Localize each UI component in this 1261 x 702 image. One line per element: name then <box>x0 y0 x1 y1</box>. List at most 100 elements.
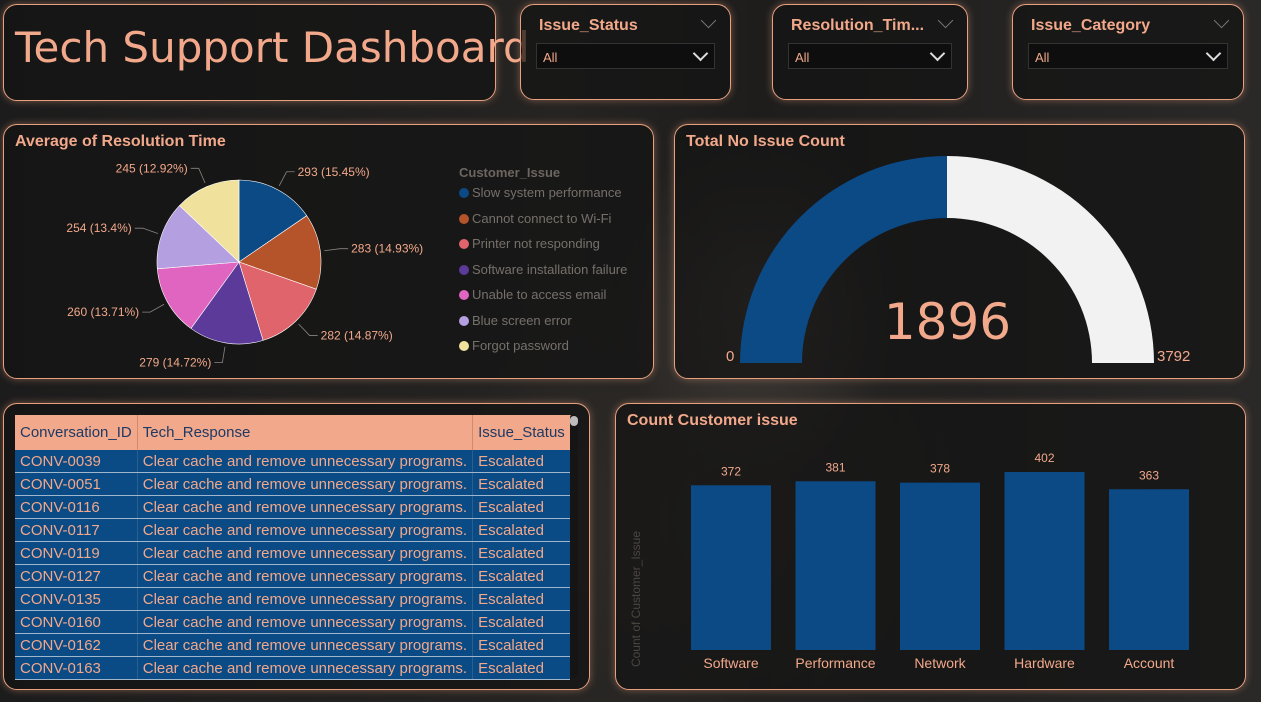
bar[interactable] <box>691 485 771 650</box>
y-axis-label: Count of Customer_Issue <box>629 531 643 667</box>
cell-issue-status: Escalated <box>472 472 571 496</box>
cell-conversation-id: CONV-0127 <box>15 564 138 588</box>
table-row[interactable]: CONV-0127 Clear cache and remove unnecess… <box>15 564 571 588</box>
legend-marker <box>459 315 469 326</box>
cell-issue-status: Escalated <box>472 610 571 634</box>
cell-issue-status: Escalated <box>472 564 571 588</box>
x-axis-tick-label: Network <box>914 655 966 671</box>
cell-tech-response: Clear cache and remove unnecessary progr… <box>137 541 474 565</box>
legend-item[interactable]: Slow system performance <box>459 185 627 211</box>
pie-leader-line <box>278 171 295 187</box>
legend-item[interactable]: Blue screen error <box>459 313 627 339</box>
legend-marker <box>459 264 469 275</box>
slicer-resolution-time[interactable]: Resolution_Tim... All <box>772 4 968 100</box>
table-row[interactable]: CONV-0051 Clear cache and remove unnecess… <box>15 472 571 496</box>
slicer-issue-category[interactable]: Issue_Category All <box>1012 4 1244 100</box>
table-scrollbar[interactable] <box>570 414 578 678</box>
conversation-table: Conversation_ID Tech_Response Issue_Stat… <box>15 415 571 680</box>
legend-item[interactable]: Printer not responding <box>459 236 627 262</box>
legend-marker <box>459 239 469 249</box>
legend-marker <box>459 290 469 300</box>
table-row[interactable]: CONV-0117 Clear cache and remove unnecess… <box>15 518 571 542</box>
cell-issue-status: Escalated <box>472 450 571 473</box>
chevron-down-icon[interactable] <box>1213 12 1230 29</box>
column-header-tech-response[interactable]: Tech_Response <box>137 415 474 450</box>
pie-legend: Customer_Issue Slow system performance Ca… <box>459 165 627 364</box>
cell-tech-response: Clear cache and remove unnecessary progr… <box>137 495 474 519</box>
bar-chart[interactable]: Count of Customer_Issue 372 Software 381 Pe… <box>616 404 1245 689</box>
cell-conversation-id: CONV-0051 <box>15 472 138 496</box>
chevron-down-icon[interactable] <box>929 45 946 62</box>
bar[interactable] <box>900 482 980 650</box>
slicer-value: All <box>795 50 810 65</box>
cell-tech-response: Clear cache and remove unnecessary progr… <box>137 564 474 588</box>
gauge-value: 1896 <box>883 293 1012 351</box>
slicer-issue-status[interactable]: Issue_Status All <box>520 4 731 100</box>
pie-data-label: 245 (12.92%) <box>116 161 188 175</box>
legend-label: Forgot password <box>472 338 569 353</box>
slicer-dropdown[interactable]: All <box>536 43 715 69</box>
cell-tech-response: Clear cache and remove unnecessary progr… <box>137 610 474 634</box>
cell-conversation-id: CONV-0135 <box>15 587 138 611</box>
table-header-row: Conversation_ID Tech_Response Issue_Stat… <box>15 415 571 450</box>
pie-data-label: 260 (13.71%) <box>67 305 139 319</box>
pie-leader-line <box>298 323 318 336</box>
legend-item[interactable]: Unable to access email <box>459 287 627 313</box>
cell-tech-response: Clear cache and remove unnecessary progr… <box>137 472 474 496</box>
slicer-dropdown[interactable]: All <box>1028 43 1228 69</box>
bar[interactable] <box>1109 489 1189 650</box>
bar[interactable] <box>795 481 876 650</box>
x-axis-tick-label: Software <box>703 655 758 671</box>
pie-chart-card: Average of Resolution Time 293 (15.45%) 2… <box>3 124 654 379</box>
cell-issue-status: Escalated <box>472 587 571 611</box>
table-row[interactable]: CONV-0163 Clear cache and remove unnecess… <box>15 656 571 680</box>
legend-label: Unable to access email <box>472 287 607 302</box>
chevron-down-icon[interactable] <box>700 12 717 29</box>
chevron-down-icon[interactable] <box>937 12 954 29</box>
cell-tech-response: Clear cache and remove unnecessary progr… <box>137 587 474 611</box>
cell-issue-status: Escalated <box>472 656 571 680</box>
table-row[interactable]: CONV-0162 Clear cache and remove unnecess… <box>15 633 571 657</box>
cell-tech-response: Clear cache and remove unnecessary progr… <box>137 450 474 473</box>
scrollbar-thumb[interactable] <box>570 416 578 426</box>
table-card: Conversation_ID Tech_Response Issue_Stat… <box>3 403 590 690</box>
cell-conversation-id: CONV-0163 <box>15 656 138 680</box>
pie-leader-line <box>142 303 165 313</box>
table-row[interactable]: CONV-0135 Clear cache and remove unnecess… <box>15 587 571 611</box>
cell-conversation-id: CONV-0117 <box>15 518 138 542</box>
cell-tech-response: Clear cache and remove unnecessary progr… <box>137 633 474 657</box>
slicer-value: All <box>543 50 558 65</box>
column-header-conversation-id[interactable]: Conversation_ID <box>15 415 138 450</box>
legend-label: Slow system performance <box>472 185 622 200</box>
chevron-down-icon[interactable] <box>692 45 709 62</box>
x-axis-tick-label: Hardware <box>1014 655 1075 671</box>
pie-data-label: 283 (14.93%) <box>351 242 423 256</box>
slicer-label: Resolution_Tim... <box>791 17 925 34</box>
chevron-down-icon[interactable] <box>1205 45 1222 62</box>
slicer-dropdown[interactable]: All <box>788 43 952 69</box>
legend-title: Customer_Issue <box>459 165 561 180</box>
bar[interactable] <box>1004 472 1085 650</box>
pie-data-label: 282 (14.87%) <box>321 329 393 343</box>
slicer-value: All <box>1035 50 1050 65</box>
legend-item[interactable]: Forgot password <box>459 338 627 364</box>
pie-leader-line <box>324 248 349 252</box>
pie-chart[interactable]: 293 (15.45%) 283 (14.93%) 282 (14.87%) 279 … <box>4 125 444 375</box>
table-row[interactable]: CONV-0116 Clear cache and remove unnecess… <box>15 495 571 519</box>
table-row[interactable]: CONV-0119 Clear cache and remove unnecess… <box>15 541 571 565</box>
table-row[interactable]: CONV-0160 Clear cache and remove unnecess… <box>15 610 571 634</box>
gauge-max-label: 3792 <box>1157 348 1191 365</box>
bar-data-label: 378 <box>930 462 950 476</box>
legend-item[interactable]: Software installation failure <box>459 262 627 288</box>
legend-marker <box>459 213 469 224</box>
pie-leader-line <box>134 227 158 234</box>
column-header-issue-status[interactable]: Issue_Status <box>472 415 571 450</box>
cell-issue-status: Escalated <box>472 633 571 657</box>
bar-data-label: 363 <box>1139 468 1159 482</box>
legend-item[interactable]: Cannot connect to Wi-Fi <box>459 211 627 237</box>
bar-chart-card: Count Customer issue Count of Customer_I… <box>615 403 1246 690</box>
cell-tech-response: Clear cache and remove unnecessary progr… <box>137 518 474 542</box>
table-row[interactable]: CONV-0039 Clear cache and remove unnecess… <box>15 450 571 473</box>
legend-label: Cannot connect to Wi-Fi <box>472 210 612 226</box>
legend-marker <box>459 188 469 198</box>
